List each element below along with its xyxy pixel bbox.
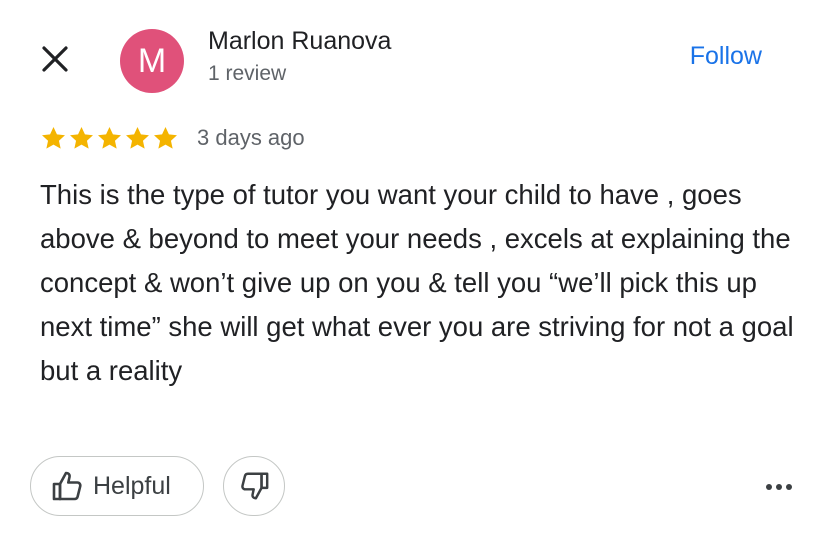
helpful-button[interactable]: Helpful: [30, 456, 204, 516]
helpful-label: Helpful: [93, 471, 171, 500]
avatar-initial: M: [137, 41, 167, 80]
review-text: This is the type of tutor you want your …: [40, 179, 794, 386]
not-helpful-button[interactable]: [223, 456, 285, 516]
star-icon: [126, 126, 149, 149]
author-name[interactable]: Marlon Ruanova: [208, 27, 391, 56]
more-horizontal-icon: [766, 484, 792, 490]
star-icon: [70, 126, 93, 149]
review-page: M Marlon Ruanova 1 review Follow 3 days …: [0, 0, 828, 535]
avatar[interactable]: M: [120, 29, 184, 93]
thumbs-up-icon: [52, 471, 82, 501]
close-button[interactable]: [34, 38, 76, 80]
star-rating: [40, 125, 179, 152]
more-options-button[interactable]: [754, 470, 804, 504]
close-icon: [42, 46, 68, 72]
star-icon: [98, 126, 121, 149]
star-icon: [154, 126, 177, 149]
review-count: 1 review: [208, 62, 287, 85]
rating-row: 3 days ago: [40, 122, 305, 154]
follow-button[interactable]: Follow: [690, 42, 762, 71]
review-date: 3 days ago: [197, 125, 305, 150]
thumbs-down-icon: [241, 472, 269, 500]
star-icon: [42, 126, 65, 149]
